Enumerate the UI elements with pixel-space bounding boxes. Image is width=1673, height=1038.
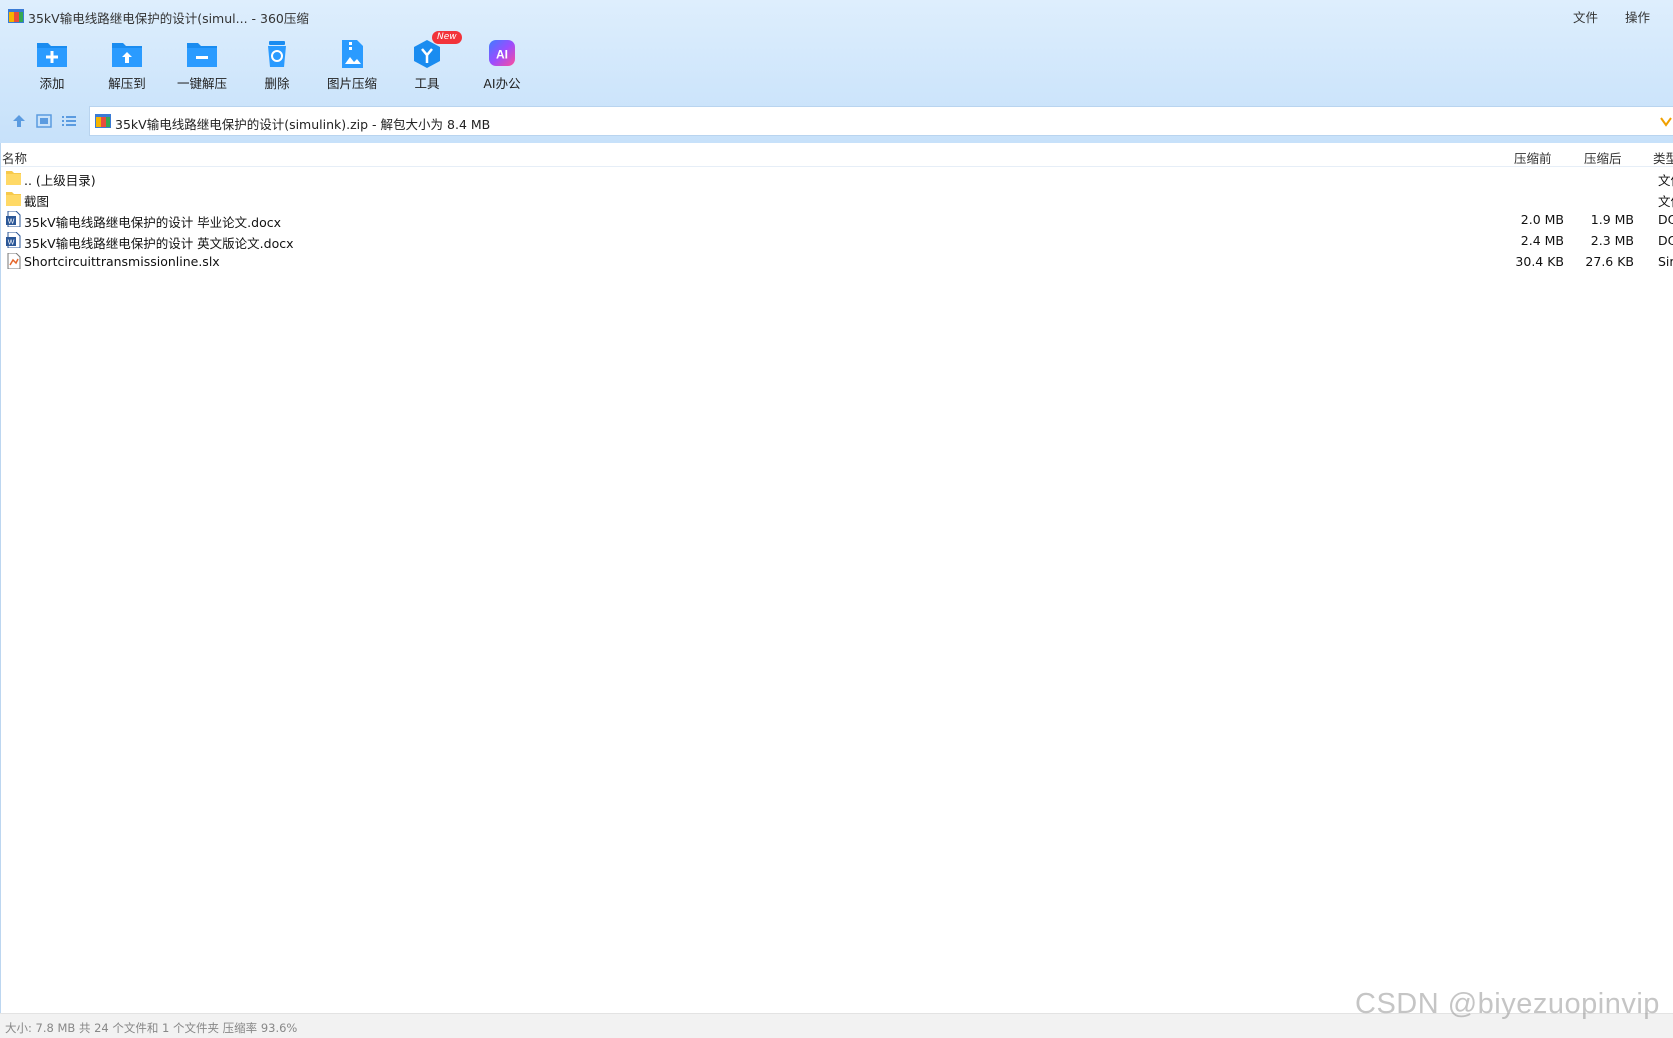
folder-icon (6, 192, 21, 206)
column-type[interactable]: 类型 (1653, 148, 1673, 167)
delete-button[interactable]: 删除 (237, 34, 317, 98)
add-folder-icon (37, 43, 67, 67)
file-row[interactable]: W 35kV输电线路继电保护的设计 毕业论文.docx 2.0 MB 1.9 M… (1, 209, 1673, 230)
svg-text:W: W (8, 219, 15, 226)
image-compress-icon (342, 40, 363, 68)
file-type: 文件夹 (1658, 173, 1673, 188)
address-path: 35kV输电线路继电保护的设计(simulink).zip - 解包大小为 8.… (115, 117, 491, 132)
zip-archive-icon (95, 114, 111, 128)
column-size-after[interactable]: 压缩后 (1584, 148, 1622, 167)
tools-button[interactable]: New 工具 (387, 31, 467, 98)
status-text: 大小: 7.8 MB 共 24 个文件和 1 个文件夹 压缩率 93.6% (5, 1021, 298, 1035)
ai-icon-text: AI (496, 48, 508, 62)
tools-label: 工具 (414, 76, 440, 91)
folder-icon (6, 171, 21, 185)
extract-to-button[interactable]: 解压到 (87, 34, 167, 98)
address-row: 35kV输电线路继电保护的设计(simulink).zip - 解包大小为 8.… (0, 106, 1673, 136)
file-size-before: 30.4 KB (1515, 254, 1564, 269)
list-view-icon[interactable] (60, 113, 78, 129)
title-bar: 35kV输电线路继电保护的设计(simul... - 360压缩 文件 操作 (0, 0, 1673, 32)
watermark: CSDN @biyezuopinvip (1355, 988, 1660, 1020)
file-size-before: 2.0 MB (1520, 212, 1564, 227)
file-row[interactable]: 截图 文件夹 (1, 188, 1673, 209)
simulink-file-icon (7, 253, 21, 269)
column-name[interactable]: 名称 (2, 148, 27, 167)
svg-text:W: W (8, 240, 15, 247)
column-header-row: 名称 压缩前 压缩后 类型 (1, 143, 1673, 167)
ai-office-icon: AI (489, 40, 515, 66)
file-list: 名称 压缩前 压缩后 类型 .. (上级目录) 文件夹 截图 文件夹 W 35k… (0, 143, 1673, 1013)
thumbnail-view-icon[interactable] (35, 113, 53, 129)
file-row[interactable]: .. (上级目录) 文件夹 (1, 167, 1673, 188)
ai-office-label: AI办公 (483, 76, 521, 91)
one-click-extract-icon (187, 43, 217, 67)
file-type: DOCX (1658, 233, 1673, 248)
file-row[interactable]: W 35kV输电线路继电保护的设计 英文版论文.docx 2.4 MB 2.3 … (1, 230, 1673, 251)
one-click-extract-button[interactable]: 一键解压 (162, 34, 242, 98)
one-click-extract-label: 一键解压 (176, 76, 227, 91)
toolbar-band: 35kV输电线路继电保护的设计(simul... - 360压缩 文件 操作 添… (0, 0, 1673, 143)
word-doc-icon: W (6, 211, 21, 227)
image-compress-label: 图片压缩 (326, 76, 377, 91)
file-size-after: 1.9 MB (1590, 212, 1634, 227)
address-bar[interactable]: 35kV输电线路继电保护的设计(simulink).zip - 解包大小为 8.… (89, 106, 1673, 136)
menu-operations[interactable]: 操作 (1625, 7, 1650, 26)
file-name: Shortcircuittransmissionline.slx (24, 254, 220, 269)
file-row[interactable]: Shortcircuittransmissionline.slx 30.4 KB… (1, 251, 1673, 272)
add-label: 添加 (39, 76, 65, 91)
archive-app-icon (8, 9, 24, 23)
window-title: 35kV输电线路继电保护的设计(simul... - 360压缩 (28, 11, 309, 26)
file-type: 文件夹 (1658, 194, 1673, 209)
delete-label: 删除 (264, 76, 290, 91)
file-name: 截图 (24, 194, 50, 209)
file-type: Simulink (1658, 254, 1673, 269)
new-badge: New (432, 31, 462, 44)
ai-office-button[interactable]: AI AI办公 (462, 34, 542, 98)
file-name: 35kV输电线路继电保护的设计 毕业论文.docx (24, 215, 281, 230)
extract-to-label: 解压到 (108, 76, 146, 91)
up-arrow-icon[interactable] (10, 113, 28, 129)
file-type: DOCX (1658, 212, 1673, 227)
recycle-bin-icon (268, 41, 286, 67)
image-compress-button[interactable]: 图片压缩 (312, 34, 392, 98)
file-size-after: 2.3 MB (1590, 233, 1634, 248)
file-size-before: 2.4 MB (1520, 233, 1564, 248)
word-doc-icon: W (6, 232, 21, 248)
chevron-down-icon[interactable] (1660, 115, 1672, 127)
file-size-after: 27.6 KB (1585, 254, 1634, 269)
file-name: .. (上级目录) (24, 173, 96, 188)
app-window: 35kV输电线路继电保护的设计(simul... - 360压缩 文件 操作 添… (0, 0, 1673, 1038)
menu-file[interactable]: 文件 (1573, 7, 1598, 26)
file-name: 35kV输电线路继电保护的设计 英文版论文.docx (24, 236, 294, 251)
add-button[interactable]: 添加 (12, 34, 92, 98)
extract-folder-icon (112, 43, 142, 67)
column-size-before[interactable]: 压缩前 (1514, 148, 1552, 167)
